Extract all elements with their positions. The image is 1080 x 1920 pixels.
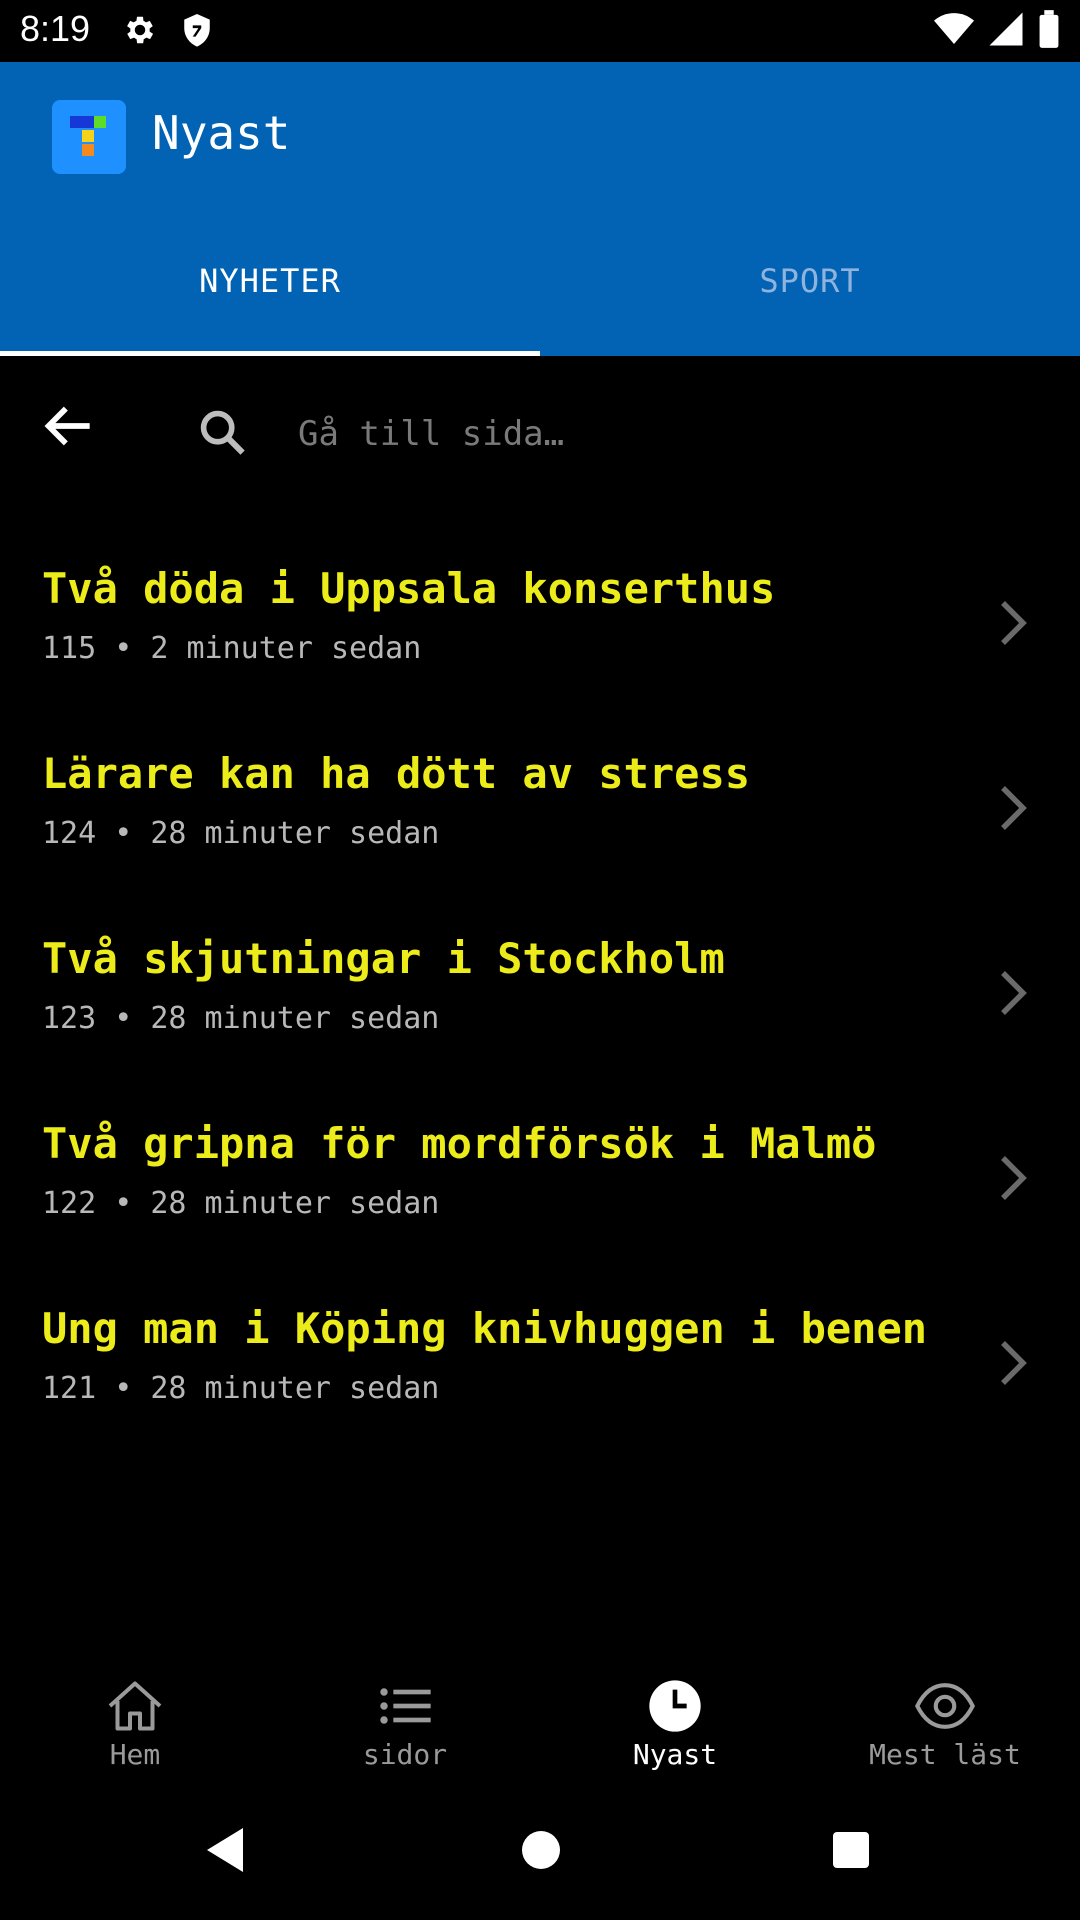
nav-label: Nyast <box>632 1738 718 1771</box>
nav-sidor[interactable]: sidor <box>270 1660 540 1790</box>
back-button[interactable] <box>42 404 106 460</box>
home-icon <box>0 1678 270 1734</box>
chevron-right-icon <box>998 1338 1028 1388</box>
news-title: Ung man i Köping knivhuggen i benen <box>42 1304 928 1353</box>
news-item[interactable]: Ung man i Köping knivhuggen i benen 121 … <box>0 1280 1080 1465</box>
status-bar: 8:19 <box>0 0 1080 62</box>
eye-icon <box>810 1678 1080 1734</box>
news-title: Två skjutningar i Stockholm <box>42 934 725 983</box>
news-title: Lärare kan ha dött av stress <box>42 749 751 798</box>
news-meta: 121 • 28 minuter sedan <box>42 1371 440 1406</box>
news-meta: 115 • 2 minuter sedan <box>42 631 422 666</box>
nav-nyast[interactable]: Nyast <box>540 1660 810 1790</box>
news-meta: 123 • 28 minuter sedan <box>42 1001 440 1036</box>
list-icon <box>270 1678 540 1734</box>
news-meta: 122 • 28 minuter sedan <box>42 1186 440 1221</box>
nav-label: Hem <box>109 1738 161 1771</box>
news-list: Två döda i Uppsala konserthus 115 • 2 mi… <box>0 540 1080 1465</box>
chevron-right-icon <box>998 598 1028 648</box>
app-bar: Nyast NYHETER SPORT <box>0 62 1080 356</box>
news-meta: 124 • 28 minuter sedan <box>42 816 440 851</box>
tab-indicator <box>0 351 540 356</box>
clock-icon <box>540 1678 810 1734</box>
status-time: 8:19 <box>20 8 91 49</box>
news-item[interactable]: Två skjutningar i Stockholm 123 • 28 min… <box>0 910 1080 1095</box>
gear-icon <box>122 12 158 52</box>
nav-label: Mest läst <box>869 1738 1021 1771</box>
back-triangle-icon[interactable] <box>204 1826 246 1878</box>
app-logo <box>52 100 126 174</box>
search-input[interactable] <box>298 404 1018 464</box>
chevron-right-icon <box>998 783 1028 833</box>
battery-icon <box>1038 10 1060 52</box>
news-item[interactable]: Lärare kan ha dött av stress 124 • 28 mi… <box>0 725 1080 910</box>
news-title: Två döda i Uppsala konserthus <box>42 564 776 613</box>
tab-sport[interactable]: SPORT <box>540 262 1080 300</box>
app-title: Nyast <box>152 106 291 160</box>
shield-icon <box>180 12 214 54</box>
news-item[interactable]: Två döda i Uppsala konserthus 115 • 2 mi… <box>0 540 1080 725</box>
chevron-right-icon <box>998 1153 1028 1203</box>
home-circle-icon[interactable] <box>520 1826 562 1878</box>
recents-square-icon[interactable] <box>830 1826 872 1878</box>
nav-mest-last[interactable]: Mest läst <box>810 1660 1080 1790</box>
tab-nyheter[interactable]: NYHETER <box>0 262 540 300</box>
news-item[interactable]: Två gripna för mordförsök i Malmö 122 • … <box>0 1095 1080 1280</box>
nav-label: sidor <box>362 1738 448 1771</box>
news-title: Två gripna för mordförsök i Malmö <box>42 1119 877 1168</box>
wifi-icon <box>934 12 974 50</box>
chevron-right-icon <box>998 968 1028 1018</box>
bottom-nav: Hem sidor Nyast Mest läst <box>0 1660 1080 1790</box>
system-nav <box>0 1790 1080 1920</box>
search-icon <box>196 406 252 462</box>
nav-hem[interactable]: Hem <box>0 1660 270 1790</box>
signal-icon <box>988 11 1024 51</box>
